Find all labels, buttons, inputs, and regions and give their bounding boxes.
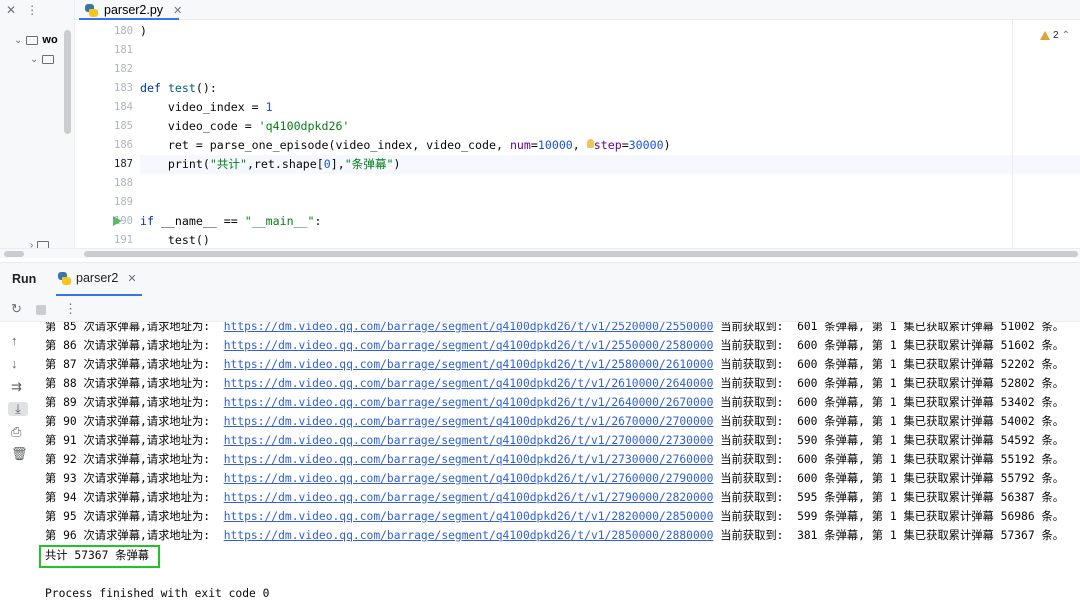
code-line-current: print("共计",ret.shape[0],"条弹幕")	[140, 155, 1080, 174]
output-line: 第 87 次请求弹幕,请求地址为: https://dm.video.qq.co…	[45, 358, 1065, 371]
trash-icon[interactable]: 🗑	[11, 447, 28, 461]
code-line: test()	[140, 233, 210, 247]
output-line: 第 88 次请求弹幕,请求地址为: https://dm.video.qq.co…	[45, 377, 1065, 390]
tab-label: parser2.py	[104, 3, 164, 17]
output-line: 第 91 次请求弹幕,请求地址为: https://dm.video.qq.co…	[45, 434, 1065, 447]
scrollbar-thumb[interactable]	[4, 251, 24, 257]
request-url-link[interactable]: https://dm.video.qq.com/barrage/segment/…	[224, 377, 714, 390]
line-number: 186	[114, 139, 133, 151]
output-line: 第 95 次请求弹幕,请求地址为: https://dm.video.qq.co…	[45, 510, 1065, 523]
line-number: 184	[114, 101, 133, 113]
request-url-link[interactable]: https://dm.video.qq.com/barrage/segment/…	[224, 453, 714, 466]
intention-bulb-icon[interactable]	[586, 139, 594, 148]
more-icon[interactable]: ⋮	[26, 3, 38, 17]
line-number: 185	[114, 120, 133, 132]
stop-icon[interactable]	[36, 304, 46, 318]
line-number: 182	[114, 63, 133, 75]
request-url-link[interactable]: https://dm.video.qq.com/barrage/segment/…	[224, 415, 714, 428]
code-area[interactable]: ) def test(): video_index = 1 video_code…	[140, 20, 1080, 248]
line-gutter: 180 181 182 183 184 185 186 187 188 189 …	[75, 20, 133, 248]
tab-parser2-py[interactable]: parser2.py ✕	[85, 0, 182, 20]
scroll-to-end-icon[interactable]: ⤓	[8, 402, 28, 416]
code-line: def test():	[140, 81, 217, 95]
output-line: 第 93 次请求弹幕,请求地址为: https://dm.video.qq.co…	[45, 472, 1065, 485]
rerun-icon[interactable]: ↻	[11, 302, 22, 316]
project-panel: ✕ ⋮ ⌄ wo ⌄ ›	[0, 0, 75, 258]
folder-icon	[26, 35, 39, 45]
run-tab-parser2[interactable]: parser2 ✕	[58, 271, 137, 285]
output-line: 第 96 次请求弹幕,请求地址为: https://dm.video.qq.co…	[45, 529, 1065, 542]
python-file-icon	[85, 3, 98, 17]
exit-message: Process finished with exit code 0	[45, 587, 270, 600]
request-url-link[interactable]: https://dm.video.qq.com/barrage/segment/…	[224, 529, 714, 542]
line-number: 187	[114, 158, 133, 170]
project-root-item[interactable]: ⌄ wo	[14, 34, 58, 46]
output-line: 第 85 次请求弹幕,请求地址为: https://dm.video.qq.co…	[45, 322, 1065, 333]
chevron-down-icon[interactable]: ⌄	[30, 54, 38, 65]
project-toolbar: ✕ ⋮	[0, 0, 74, 20]
line-number: 188	[114, 177, 133, 189]
print-icon[interactable]: ⎙	[11, 425, 21, 439]
request-url-link[interactable]: https://dm.video.qq.com/barrage/segment/…	[224, 339, 714, 352]
request-url-link[interactable]: https://dm.video.qq.com/barrage/segment/…	[224, 322, 714, 333]
run-panel-header: Run parser2 ✕	[0, 262, 1080, 296]
close-icon[interactable]: ✕	[127, 272, 136, 285]
collapse-icon[interactable]: ✕	[6, 3, 16, 17]
line-number: 189	[114, 196, 133, 208]
request-url-link[interactable]: https://dm.video.qq.com/barrage/segment/…	[224, 510, 714, 523]
request-url-link[interactable]: https://dm.video.qq.com/barrage/segment/…	[224, 396, 714, 409]
code-editor[interactable]: 180 181 182 183 184 185 186 187 188 189 …	[75, 20, 1080, 248]
warning-count: 2	[1053, 30, 1059, 41]
output-line: 第 92 次请求弹幕,请求地址为: https://dm.video.qq.co…	[45, 453, 1065, 466]
output-line: 第 90 次请求弹幕,请求地址为: https://dm.video.qq.co…	[45, 415, 1065, 428]
code-line: video_index = 1	[140, 100, 273, 114]
line-number: 181	[114, 44, 133, 56]
request-url-link[interactable]: https://dm.video.qq.com/barrage/segment/…	[224, 491, 714, 504]
chevron-down-icon[interactable]: ⌄	[14, 35, 22, 46]
project-root-label: wo	[42, 34, 58, 46]
python-file-icon	[58, 271, 71, 285]
chevron-up-icon[interactable]: ⌃	[1062, 30, 1070, 41]
project-subfolder-item[interactable]: ⌄	[30, 54, 55, 65]
run-tab-label: parser2	[76, 271, 119, 285]
run-toolbar: ↻ ⋮	[0, 296, 1080, 322]
inspection-widget[interactable]: 2 ⌃	[1040, 30, 1070, 41]
request-url-link[interactable]: https://dm.video.qq.com/barrage/segment/…	[224, 358, 714, 371]
code-line: ret = parse_one_episode(video_index, vid…	[140, 138, 671, 152]
run-gutter-icon[interactable]	[113, 216, 122, 226]
output-line: 第 89 次请求弹幕,请求地址为: https://dm.video.qq.co…	[45, 396, 1065, 409]
scrollbar-thumb[interactable]	[84, 251, 1078, 257]
down-arrow-icon[interactable]: ↓	[11, 357, 18, 371]
code-line: video_code = 'q4100dpkd26'	[140, 119, 350, 133]
folder-icon	[42, 55, 55, 64]
up-arrow-icon[interactable]: ↑	[11, 334, 18, 348]
output-line: 第 86 次请求弹幕,请求地址为: https://dm.video.qq.co…	[45, 339, 1065, 352]
code-line: )	[140, 24, 147, 38]
summary-line: 共计 57367 条弹幕	[45, 549, 150, 562]
line-number: 183	[114, 82, 133, 94]
console-output[interactable]: 第 85 次请求弹幕,请求地址为: https://dm.video.qq.co…	[36, 322, 1080, 605]
run-panel-title: Run	[12, 272, 37, 286]
close-icon[interactable]: ✕	[173, 4, 182, 17]
output-line: 第 94 次请求弹幕,请求地址为: https://dm.video.qq.co…	[45, 491, 1065, 504]
request-url-link[interactable]: https://dm.video.qq.com/barrage/segment/…	[224, 472, 714, 485]
more-icon[interactable]: ⋮	[64, 302, 77, 316]
right-margin-guide	[1012, 20, 1013, 248]
horizontal-scrollbar[interactable]	[0, 248, 1080, 258]
project-scrollbar[interactable]	[64, 30, 71, 134]
line-number: 180	[114, 25, 133, 37]
line-number: 191	[114, 234, 133, 246]
soft-wrap-icon[interactable]: ⇉	[11, 380, 22, 394]
warning-icon	[1040, 31, 1051, 40]
editor-tab-bar: parser2.py ✕	[75, 0, 1080, 20]
console-side-toolbar: ↑ ↓ ⇉ ⤓ ⎙ 🗑	[0, 322, 36, 605]
request-url-link[interactable]: https://dm.video.qq.com/barrage/segment/…	[224, 434, 714, 447]
code-line: if __name__ == "__main__":	[140, 214, 322, 228]
